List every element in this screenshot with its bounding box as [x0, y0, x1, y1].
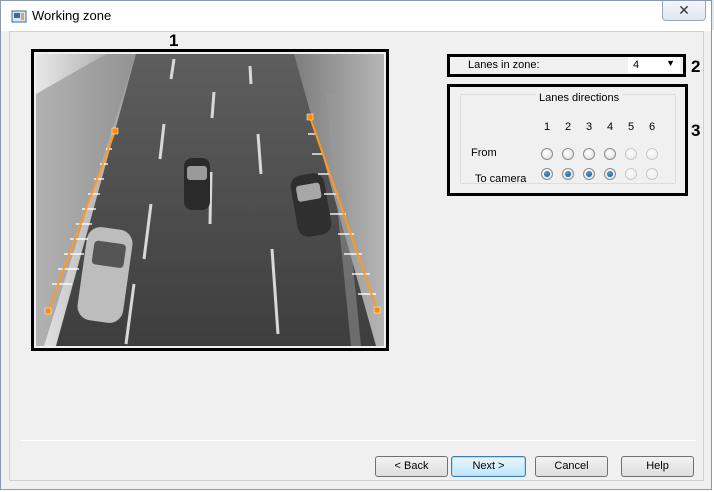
close-button[interactable]: ✕ [662, 1, 706, 21]
camera-preview-image[interactable] [36, 54, 384, 346]
lane-number: 6 [648, 121, 656, 133]
video-preview-frame [31, 49, 389, 351]
cancel-button[interactable]: Cancel [535, 456, 608, 477]
lane-number: 3 [585, 121, 593, 133]
lane-number: 5 [627, 121, 635, 133]
radio-lane2-to-camera[interactable] [562, 168, 574, 180]
close-icon: ✕ [678, 2, 690, 18]
back-button[interactable]: < Back [375, 456, 448, 477]
lanes-directions-title: Lanes directions [536, 92, 623, 104]
lanes-in-zone-highlight: Lanes in zone: 4 ▼ [447, 54, 686, 77]
callout-3: 3 [691, 121, 701, 140]
next-button[interactable]: Next > [451, 456, 526, 477]
lanes-directions-group: Lanes directions 1 2 3 4 5 6 From To cam… [460, 92, 676, 185]
lanes-in-zone-select[interactable]: 4 ▼ [628, 57, 680, 73]
help-button[interactable]: Help [621, 456, 694, 477]
radio-lane1-to-camera[interactable] [541, 168, 553, 180]
callout-1: 1 [169, 31, 179, 50]
lanes-directions-highlight: Lanes directions 1 2 3 4 5 6 From To cam… [447, 84, 688, 196]
radio-lane6-from [646, 148, 658, 160]
app-icon [11, 10, 27, 23]
radio-lane3-to-camera[interactable] [583, 168, 595, 180]
window-title: Working zone [32, 8, 112, 23]
radio-lane4-from[interactable] [604, 148, 616, 160]
radio-lane2-from[interactable] [562, 148, 574, 160]
zone-handle-bottom-right[interactable] [373, 306, 381, 314]
radio-lane5-to-camera [625, 168, 637, 180]
lanes-in-zone-value: 4 [633, 59, 640, 71]
title-bar: Working zone ✕ [1, 1, 711, 31]
car-1 [184, 158, 210, 210]
lane-number: 2 [564, 121, 572, 133]
lane-number: 1 [543, 121, 551, 133]
radio-lane5-from [625, 148, 637, 160]
dropdown-arrow-icon[interactable]: ▼ [666, 58, 675, 68]
lane-number: 4 [606, 121, 614, 133]
callout-2: 2 [691, 57, 701, 76]
zone-handle-top-left[interactable] [111, 127, 119, 135]
radio-lane4-to-camera[interactable] [604, 168, 616, 180]
radio-lane6-to-camera [646, 168, 658, 180]
zone-handle-bottom-left[interactable] [44, 307, 52, 315]
lanes-in-zone-label: Lanes in zone: [468, 59, 540, 71]
working-zone-dialog: Working zone ✕ 1 2 3 Lanes in zone: 4 ▼ … [0, 0, 712, 490]
zone-handle-top-right[interactable] [306, 113, 314, 121]
row-label-to-camera: To camera [475, 173, 527, 185]
row-label-from: From [471, 147, 497, 159]
footer-separator [21, 440, 696, 441]
radio-lane3-from[interactable] [583, 148, 595, 160]
radio-lane1-from[interactable] [541, 148, 553, 160]
